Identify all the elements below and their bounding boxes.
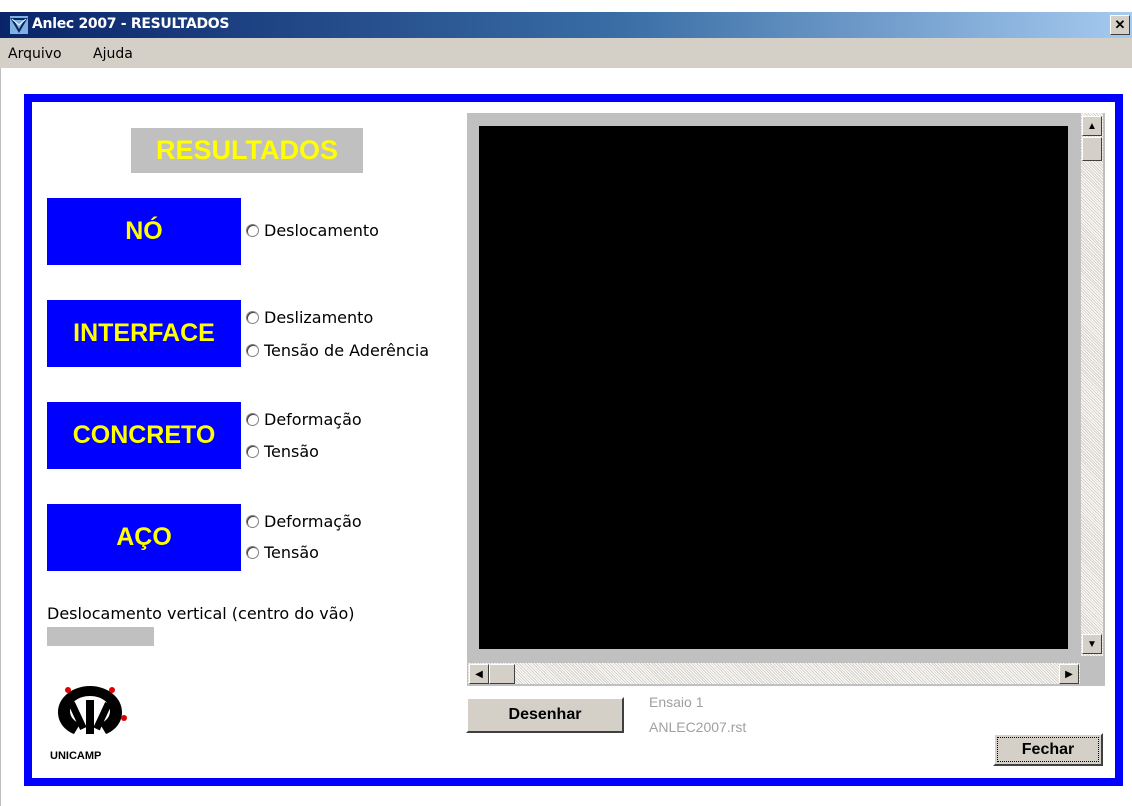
radio-concreto-tensao[interactable]: Tensão <box>246 442 319 461</box>
radio-label: Tensão <box>264 543 319 562</box>
radio-label: Tensão de Aderência <box>264 341 430 360</box>
results-header: RESULTADOS <box>131 128 363 173</box>
category-interface: INTERFACE <box>47 300 241 367</box>
radio-aco-deformacao[interactable]: Deformação <box>246 512 362 531</box>
radio-interface-tensao-aderencia[interactable]: Tensão de Aderência <box>246 341 429 360</box>
radio-aco-tensao[interactable]: Tensão <box>246 543 319 562</box>
results-window: Anlec 2007 - RESULTADOS ✕ Arquivo Ajuda … <box>0 0 1132 806</box>
title-bar[interactable]: Anlec 2007 - RESULTADOS ✕ <box>0 12 1132 38</box>
arrow-right-icon: ▶ <box>1065 668 1073 680</box>
vertical-scroll-thumb[interactable] <box>1082 137 1102 161</box>
menu-arquivo[interactable]: Arquivo <box>8 46 62 62</box>
vertical-displacement-value <box>47 627 154 646</box>
horizontal-scroll-thumb[interactable] <box>489 664 515 684</box>
arrow-up-icon: ▲ <box>1087 120 1097 132</box>
scroll-down-button[interactable]: ▼ <box>1082 634 1102 654</box>
test-name-text: Ensaio 1 <box>649 694 704 710</box>
scroll-right-button[interactable]: ▶ <box>1059 664 1079 684</box>
category-no: NÓ <box>47 198 241 265</box>
window-close-button[interactable]: ✕ <box>1110 15 1130 35</box>
radio-concreto-deformacao[interactable]: Deformação <box>246 410 362 429</box>
radio-interface-deslizamento[interactable]: Deslizamento <box>246 308 373 327</box>
app-icon <box>10 16 28 34</box>
drawing-canvas[interactable] <box>479 126 1068 649</box>
result-file-text: ANLEC2007.rst <box>649 719 747 735</box>
unicamp-logo-icon <box>58 686 127 734</box>
close-button[interactable]: Fechar <box>993 733 1103 766</box>
radio-label: Tensão <box>264 442 319 461</box>
scroll-left-button[interactable]: ◀ <box>469 664 489 684</box>
window-left-edge <box>0 68 8 806</box>
unicamp-logo-text: UNICAMP <box>50 750 102 762</box>
radio-label: Deslizamento <box>264 308 374 327</box>
category-concreto: CONCRETO <box>47 402 241 469</box>
radio-button[interactable] <box>246 413 259 426</box>
category-aco: AÇO <box>47 504 241 571</box>
radio-button[interactable] <box>246 515 259 528</box>
scroll-up-button[interactable]: ▲ <box>1082 116 1102 136</box>
draw-button[interactable]: Desenhar <box>466 697 624 733</box>
radio-label: Deformação <box>264 410 362 429</box>
window-title: Anlec 2007 - RESULTADOS <box>32 16 230 32</box>
radio-label: Deformação <box>264 512 362 531</box>
radio-button[interactable] <box>246 546 259 559</box>
menu-bar: Arquivo Ajuda <box>0 38 1132 68</box>
radio-button[interactable] <box>246 311 259 324</box>
vertical-scrollbar[interactable] <box>1081 113 1103 656</box>
radio-label: Deslocamento <box>264 221 379 240</box>
arrow-down-icon: ▼ <box>1087 638 1097 650</box>
radio-no-deslocamento[interactable]: Deslocamento <box>246 221 379 240</box>
vertical-displacement-label: Deslocamento vertical (centro do vão) <box>47 604 355 623</box>
arrow-left-icon: ◀ <box>475 668 483 680</box>
radio-button[interactable] <box>246 224 259 237</box>
menu-ajuda[interactable]: Ajuda <box>93 46 133 62</box>
close-icon: ✕ <box>1114 17 1126 32</box>
radio-button[interactable] <box>246 445 259 458</box>
radio-button[interactable] <box>246 344 259 357</box>
horizontal-scrollbar[interactable] <box>468 663 1080 684</box>
